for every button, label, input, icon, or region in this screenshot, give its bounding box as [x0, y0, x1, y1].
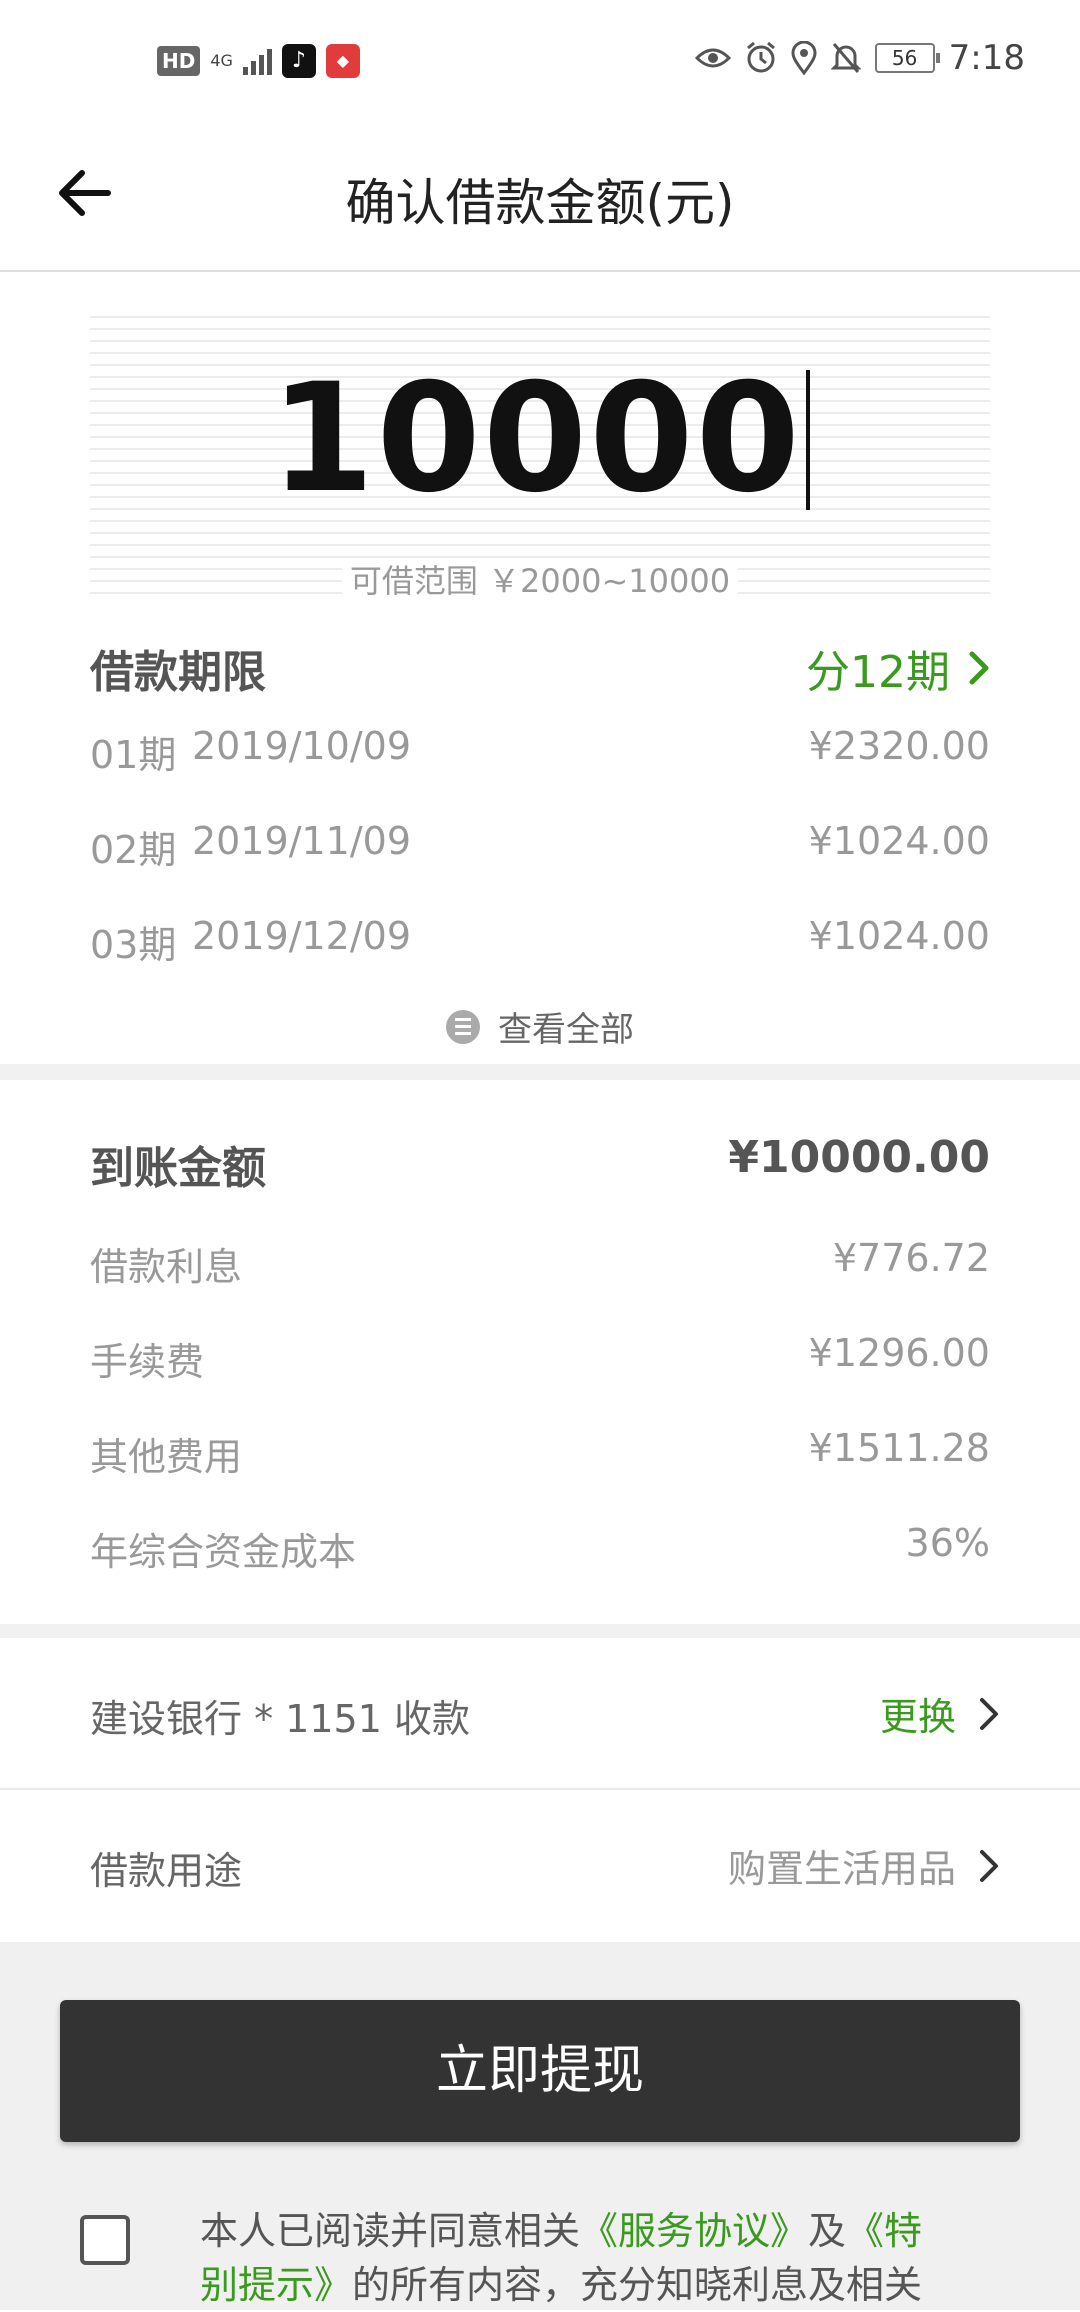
agreement-prefix: 本人已阅读并同意相关 — [200, 2209, 581, 2253]
loan-purpose-selector[interactable]: 购置生活用品 — [728, 1838, 1000, 1893]
chevron-right-icon — [969, 651, 989, 685]
interest-value: ¥776.72 — [832, 1236, 990, 1280]
loan-purpose-value: 购置生活用品 — [727, 1847, 956, 1891]
status-right: 56 7:18 — [694, 38, 1025, 78]
other-fee-row: 其他费用 ¥1511.28 — [90, 1426, 990, 1486]
tiktok-icon: ♪ — [281, 44, 316, 78]
signal-icon — [242, 47, 272, 75]
amount-range-text: 可借范围 ￥2000~10000 — [341, 562, 739, 600]
service-agreement-link[interactable]: 《服务协议》 — [580, 2209, 808, 2253]
amount-input[interactable]: 10000 可借范围 ￥2000~10000 — [90, 316, 990, 600]
location-icon — [791, 41, 817, 75]
agreement-text: 本人已阅读并同意相关《服务协议》及《特别提示》的所有内容，充分知晓利息及相关 — [200, 2204, 960, 2312]
loan-term-selector[interactable]: 分12期 — [806, 636, 990, 700]
bank-card-row[interactable]: 建设银行 * 1151 收款 更换 — [0, 1638, 1080, 1788]
hd-icon: HD — [157, 46, 201, 76]
interest-row: 借款利息 ¥776.72 — [90, 1236, 990, 1296]
view-all-button[interactable]: 查看全部 — [0, 1002, 1080, 1051]
annual-cost-row: 年综合资金成本 36% — [90, 1521, 990, 1581]
received-amount-row: 到账金额 ¥10000.00 — [90, 1132, 990, 1194]
list-icon — [446, 1009, 480, 1044]
agreement-checkbox[interactable] — [80, 2215, 130, 2265]
schedule-row: 01期 2019/10/09 ¥2320.00 — [90, 724, 990, 777]
bottom-action-area: 立即提现 本人已阅读并同意相关《服务协议》及《特别提示》的所有内容，充分知晓利息… — [0, 1942, 1080, 2310]
withdraw-button[interactable]: 立即提现 — [60, 2000, 1020, 2142]
received-amount-label: 到账金额 — [90, 1143, 266, 1194]
agreement-suffix: 的所有内容，充分知晓利息及相关 — [352, 2263, 923, 2307]
app-notification-icon: ◆ — [325, 44, 360, 78]
navigation-bar: 确认借款金额(元) — [0, 125, 1080, 272]
fee-label: 手续费 — [90, 1340, 205, 1384]
schedule-date: 2019/10/09 — [192, 724, 412, 768]
schedule-period: 02期 — [90, 828, 177, 872]
schedule-amount: ¥2320.00 — [808, 724, 990, 768]
view-all-label: 查看全部 — [498, 1010, 634, 1050]
eye-icon — [694, 48, 731, 68]
schedule-amount: ¥1024.00 — [808, 914, 990, 958]
page-title: 确认借款金额(元) — [345, 174, 735, 232]
annual-cost-label: 年综合资金成本 — [90, 1530, 357, 1574]
loan-term-row[interactable]: 借款期限 分12期 — [90, 636, 990, 698]
bell-off-icon — [830, 43, 861, 73]
schedule-date: 2019/12/09 — [192, 914, 412, 958]
section-divider — [0, 1064, 1080, 1080]
other-fee-label: 其他费用 — [90, 1435, 243, 1479]
change-bank-label: 更换 — [879, 1695, 956, 1739]
received-amount-value: ¥10000.00 — [728, 1132, 990, 1183]
fee-row: 手续费 ¥1296.00 — [90, 1331, 990, 1391]
loan-purpose-row[interactable]: 借款用途 购置生活用品 — [0, 1790, 1080, 1940]
amount-value[interactable]: 10000 — [90, 364, 990, 514]
schedule-amount: ¥1024.00 — [808, 819, 990, 863]
status-left: HD 4G ♪ ◆ — [157, 44, 360, 78]
other-fee-value: ¥1511.28 — [808, 1426, 990, 1470]
text-cursor — [805, 370, 810, 510]
change-bank-button[interactable]: 更换 — [880, 1686, 1000, 1741]
schedule-row: 03期 2019/12/09 ¥1024.00 — [90, 914, 990, 967]
annual-cost-value: 36% — [905, 1521, 990, 1565]
clock-time: 7:18 — [948, 38, 1025, 78]
network-type: 4G — [210, 51, 233, 70]
schedule-row: 02期 2019/11/09 ¥1024.00 — [90, 819, 990, 872]
amount-text: 10000 — [270, 352, 802, 526]
schedule-period: 01期 — [90, 733, 177, 777]
bank-card-label: 建设银行 * 1151 收款 — [90, 1697, 470, 1741]
loan-purpose-label: 借款用途 — [90, 1849, 243, 1893]
fee-value: ¥1296.00 — [808, 1331, 990, 1375]
interest-label: 借款利息 — [90, 1245, 243, 1289]
loan-term-value: 分12期 — [806, 647, 950, 698]
schedule-period: 03期 — [90, 923, 177, 967]
section-divider — [0, 1624, 1080, 1638]
battery-icon: 56 — [874, 43, 940, 73]
alarm-icon — [746, 41, 775, 73]
loan-term-label: 借款期限 — [90, 647, 266, 698]
schedule-date: 2019/11/09 — [192, 819, 412, 863]
chevron-right-icon — [980, 1849, 998, 1882]
amount-range: 可借范围 ￥2000~10000 — [90, 556, 990, 602]
chevron-right-icon — [980, 1697, 998, 1730]
status-bar: HD 4G ♪ ◆ 56 7:18 — [0, 0, 1080, 125]
agreement-middle: 及 — [808, 2209, 847, 2253]
